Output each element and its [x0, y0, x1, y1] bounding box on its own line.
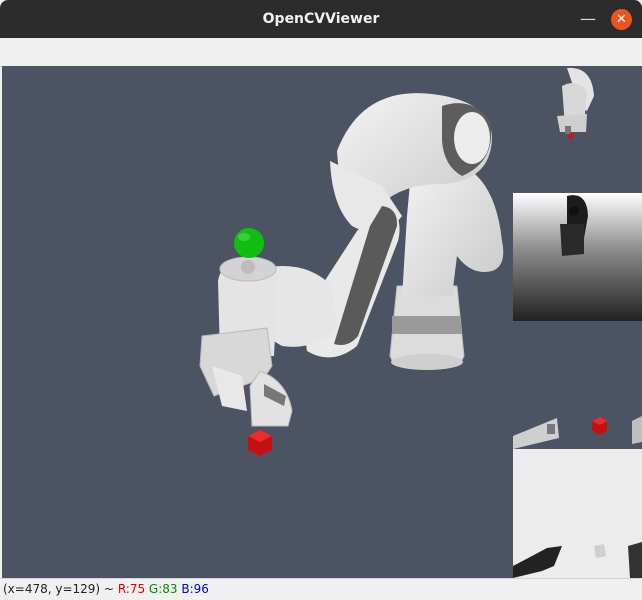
inset-color-view	[513, 66, 642, 193]
close-icon: ✕	[616, 12, 627, 27]
inset-depth-view	[513, 193, 642, 321]
cursor-coords: (x=478, y=129) ~	[3, 582, 114, 596]
title-bar: OpenCVViewer — ✕	[0, 0, 642, 38]
pixel-green-value: G:83	[148, 582, 178, 596]
minimize-button[interactable]: —	[578, 9, 598, 29]
render-canvas	[2, 66, 642, 578]
target-sphere	[234, 228, 264, 258]
status-bar: (x=478, y=129) ~ R:75 G:83 B:96	[0, 578, 642, 599]
minimize-icon: —	[580, 9, 596, 28]
inset-close-depth-view	[513, 449, 642, 578]
image-viewport[interactable]	[2, 66, 642, 578]
pixel-red-value: R:75	[117, 582, 146, 596]
toolbar	[0, 38, 642, 67]
window-title: OpenCVViewer	[262, 11, 380, 27]
close-button[interactable]: ✕	[611, 9, 632, 30]
inset-close-view	[513, 321, 642, 449]
pixel-blue-value: B:96	[181, 582, 209, 596]
